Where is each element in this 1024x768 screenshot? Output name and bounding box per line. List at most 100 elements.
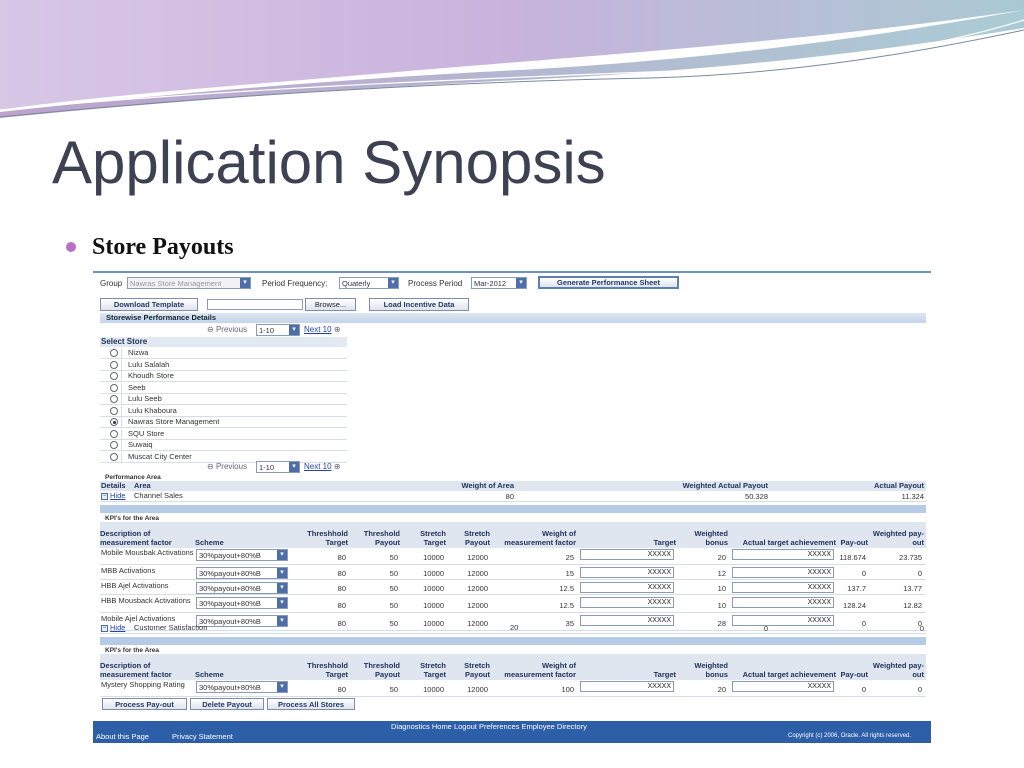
kpi-description: Mystery Shopping Rating bbox=[101, 680, 185, 689]
hide-toggle[interactable]: − Hide bbox=[101, 491, 125, 501]
store-row[interactable]: Seeb bbox=[100, 382, 347, 394]
next-link[interactable]: Next 10 bbox=[304, 462, 332, 471]
period-frequency-select[interactable]: Quaterly ▾ bbox=[339, 277, 399, 289]
scheme-select[interactable]: 30%payout+80%B ▾ bbox=[196, 567, 288, 579]
actual-achievement-input[interactable]: XXXXX bbox=[732, 681, 834, 692]
actual-achievement-input[interactable]: XXXXX bbox=[732, 597, 834, 608]
actual-achievement-input[interactable]: XXXXX bbox=[732, 582, 834, 593]
store-row[interactable]: Lulu Khaboura bbox=[100, 405, 347, 417]
target-input[interactable]: XXXXX bbox=[580, 549, 674, 560]
target-input[interactable]: XXXXX bbox=[580, 567, 674, 578]
kpi-col-desc-header: Description of measurement factor bbox=[100, 661, 172, 679]
kpi-sp-value: 12000 bbox=[467, 601, 488, 610]
range-select-bottom[interactable]: 1-10 ▾ bbox=[256, 461, 300, 473]
kpi-row: Mobile Mousbak Activations 30%payout+80%B… bbox=[100, 548, 926, 565]
period-frequency-value: Quaterly bbox=[342, 279, 371, 288]
scheme-value: 30%payout+80%B bbox=[199, 551, 261, 560]
previous-link[interactable]: Previous bbox=[216, 325, 247, 334]
performance-header-row: Details Area Weight of Area Weighted Act… bbox=[100, 481, 926, 491]
store-row[interactable]: Muscat City Center bbox=[100, 451, 347, 463]
kpi-col-sp-header: Stretch Payout bbox=[464, 529, 490, 547]
kpi-wp-value: 0 bbox=[917, 685, 922, 694]
store-row[interactable]: SQU Store bbox=[100, 428, 347, 440]
kpi-col-tp-header: Threshold Payout bbox=[363, 529, 400, 547]
kpi-tp-value: 50 bbox=[389, 601, 398, 610]
store-row[interactable]: Lulu Salalah bbox=[100, 359, 347, 371]
chevron-down-icon: ▾ bbox=[277, 550, 287, 560]
target-input[interactable]: XXXXX bbox=[580, 582, 674, 593]
scheme-select[interactable]: 30%payout+80%B ▾ bbox=[196, 582, 288, 594]
store-name: Suwaiq bbox=[128, 440, 153, 449]
store-radio[interactable] bbox=[110, 372, 118, 380]
kpi-wb-value: 20 bbox=[717, 685, 726, 694]
store-radio[interactable] bbox=[110, 383, 118, 392]
weighted-actual-header: Weighted Actual Payout bbox=[682, 481, 768, 490]
column-divider bbox=[121, 394, 122, 405]
store-radio[interactable] bbox=[110, 360, 118, 369]
browse-button[interactable]: Browse... bbox=[305, 298, 356, 311]
store-row[interactable]: Khoudh Store bbox=[100, 371, 347, 382]
kpi-col-wp-header: Weighted pay-out bbox=[872, 529, 924, 547]
file-path-input[interactable] bbox=[207, 299, 303, 310]
process-all-stores-button[interactable]: Process All Stores bbox=[267, 698, 355, 710]
store-row[interactable]: Suwaiq bbox=[100, 440, 347, 451]
hide-link[interactable]: Hide bbox=[110, 491, 125, 500]
kpi-wp-value: 23.735 bbox=[899, 553, 922, 562]
kpi-tp-value: 50 bbox=[389, 584, 398, 593]
pagination-top: ⊖ Previous bbox=[207, 325, 247, 334]
kpi-row: HBB Ajel Activations 30%payout+80%B ▾ 80 50 1… bbox=[100, 581, 926, 595]
chevron-down-icon: ▾ bbox=[289, 325, 299, 335]
kpi-po-value: 137.7 bbox=[847, 584, 866, 593]
download-template-button[interactable]: Download Template bbox=[100, 298, 198, 311]
scheme-select[interactable]: 30%payout+80%B ▾ bbox=[196, 597, 288, 609]
store-row[interactable]: Nawras Store Management bbox=[100, 417, 347, 428]
kpi-description: HBB Ajel Activations bbox=[101, 581, 169, 590]
store-radio[interactable] bbox=[110, 429, 118, 438]
kpi-col-wb-header: Weighted bonus bbox=[694, 529, 728, 547]
group-select[interactable]: Nawras Store Management ▾ bbox=[127, 277, 251, 289]
store-row[interactable]: Nizwa bbox=[100, 348, 347, 359]
footer-links[interactable]: Diagnostics Home Logout Preferences Empl… bbox=[391, 722, 587, 731]
previous-link[interactable]: Previous bbox=[216, 462, 247, 471]
store-radio[interactable] bbox=[110, 441, 118, 449]
kpi-col-ata-header: Actual target achievement bbox=[742, 669, 836, 679]
kpi-col-sp-header: Stretch Payout bbox=[464, 661, 490, 679]
process-period-select[interactable]: Mar-2012 ▾ bbox=[471, 277, 527, 289]
delete-payout-button[interactable]: Delete Payout bbox=[190, 698, 264, 710]
privacy-link[interactable]: Privacy Statement bbox=[172, 732, 233, 741]
store-radio[interactable] bbox=[110, 418, 118, 426]
target-input[interactable]: XXXXX bbox=[580, 597, 674, 608]
generate-performance-sheet-button[interactable]: Generate Performance Sheet bbox=[538, 276, 679, 289]
about-link[interactable]: About this Page bbox=[96, 732, 149, 741]
next-link[interactable]: Next 10 bbox=[304, 325, 332, 334]
weighted-actual-payout: 0 bbox=[763, 624, 768, 633]
bullet-item: Store Payouts bbox=[66, 232, 234, 262]
previous-arrow-icon: ⊖ bbox=[207, 462, 214, 471]
kpi-wb-value: 20 bbox=[717, 553, 726, 562]
hide-toggle[interactable]: − Hide bbox=[101, 623, 125, 633]
scheme-select[interactable]: 30%payout+80%B ▾ bbox=[196, 681, 288, 693]
kpi-st-value: 10000 bbox=[423, 584, 444, 593]
store-radio[interactable] bbox=[110, 406, 118, 415]
range-select-top[interactable]: 1-10 ▾ bbox=[256, 324, 300, 336]
kpi-wm-value: 15 bbox=[565, 569, 574, 578]
actual-achievement-input[interactable]: XXXXX bbox=[732, 549, 834, 560]
actual-achievement-input[interactable]: XXXXX bbox=[732, 567, 834, 578]
store-radio[interactable] bbox=[110, 395, 118, 403]
store-row[interactable]: Lulu Seeb bbox=[100, 394, 347, 405]
hide-link[interactable]: Hide bbox=[110, 623, 125, 632]
store-radio[interactable] bbox=[110, 349, 118, 357]
process-payout-button[interactable]: Process Pay-out bbox=[102, 698, 187, 710]
details-header: Details bbox=[101, 481, 126, 490]
store-name: Lulu Seeb bbox=[128, 394, 162, 403]
store-radio[interactable] bbox=[110, 452, 118, 461]
performance-area-caption: Performance Area bbox=[105, 474, 161, 481]
scheme-select[interactable]: 30%payout+80%B ▾ bbox=[196, 549, 288, 561]
kpi-po-value: 128.24 bbox=[843, 601, 866, 610]
weight-header: Weight of Area bbox=[461, 481, 514, 490]
load-incentive-data-button[interactable]: Load Incentive Data bbox=[369, 298, 469, 311]
kpi-description: MBB Activations bbox=[101, 566, 156, 575]
target-input[interactable]: XXXXX bbox=[580, 681, 674, 692]
kpi-col-target-header: Target bbox=[653, 669, 676, 679]
previous-arrow-icon: ⊖ bbox=[207, 325, 214, 334]
